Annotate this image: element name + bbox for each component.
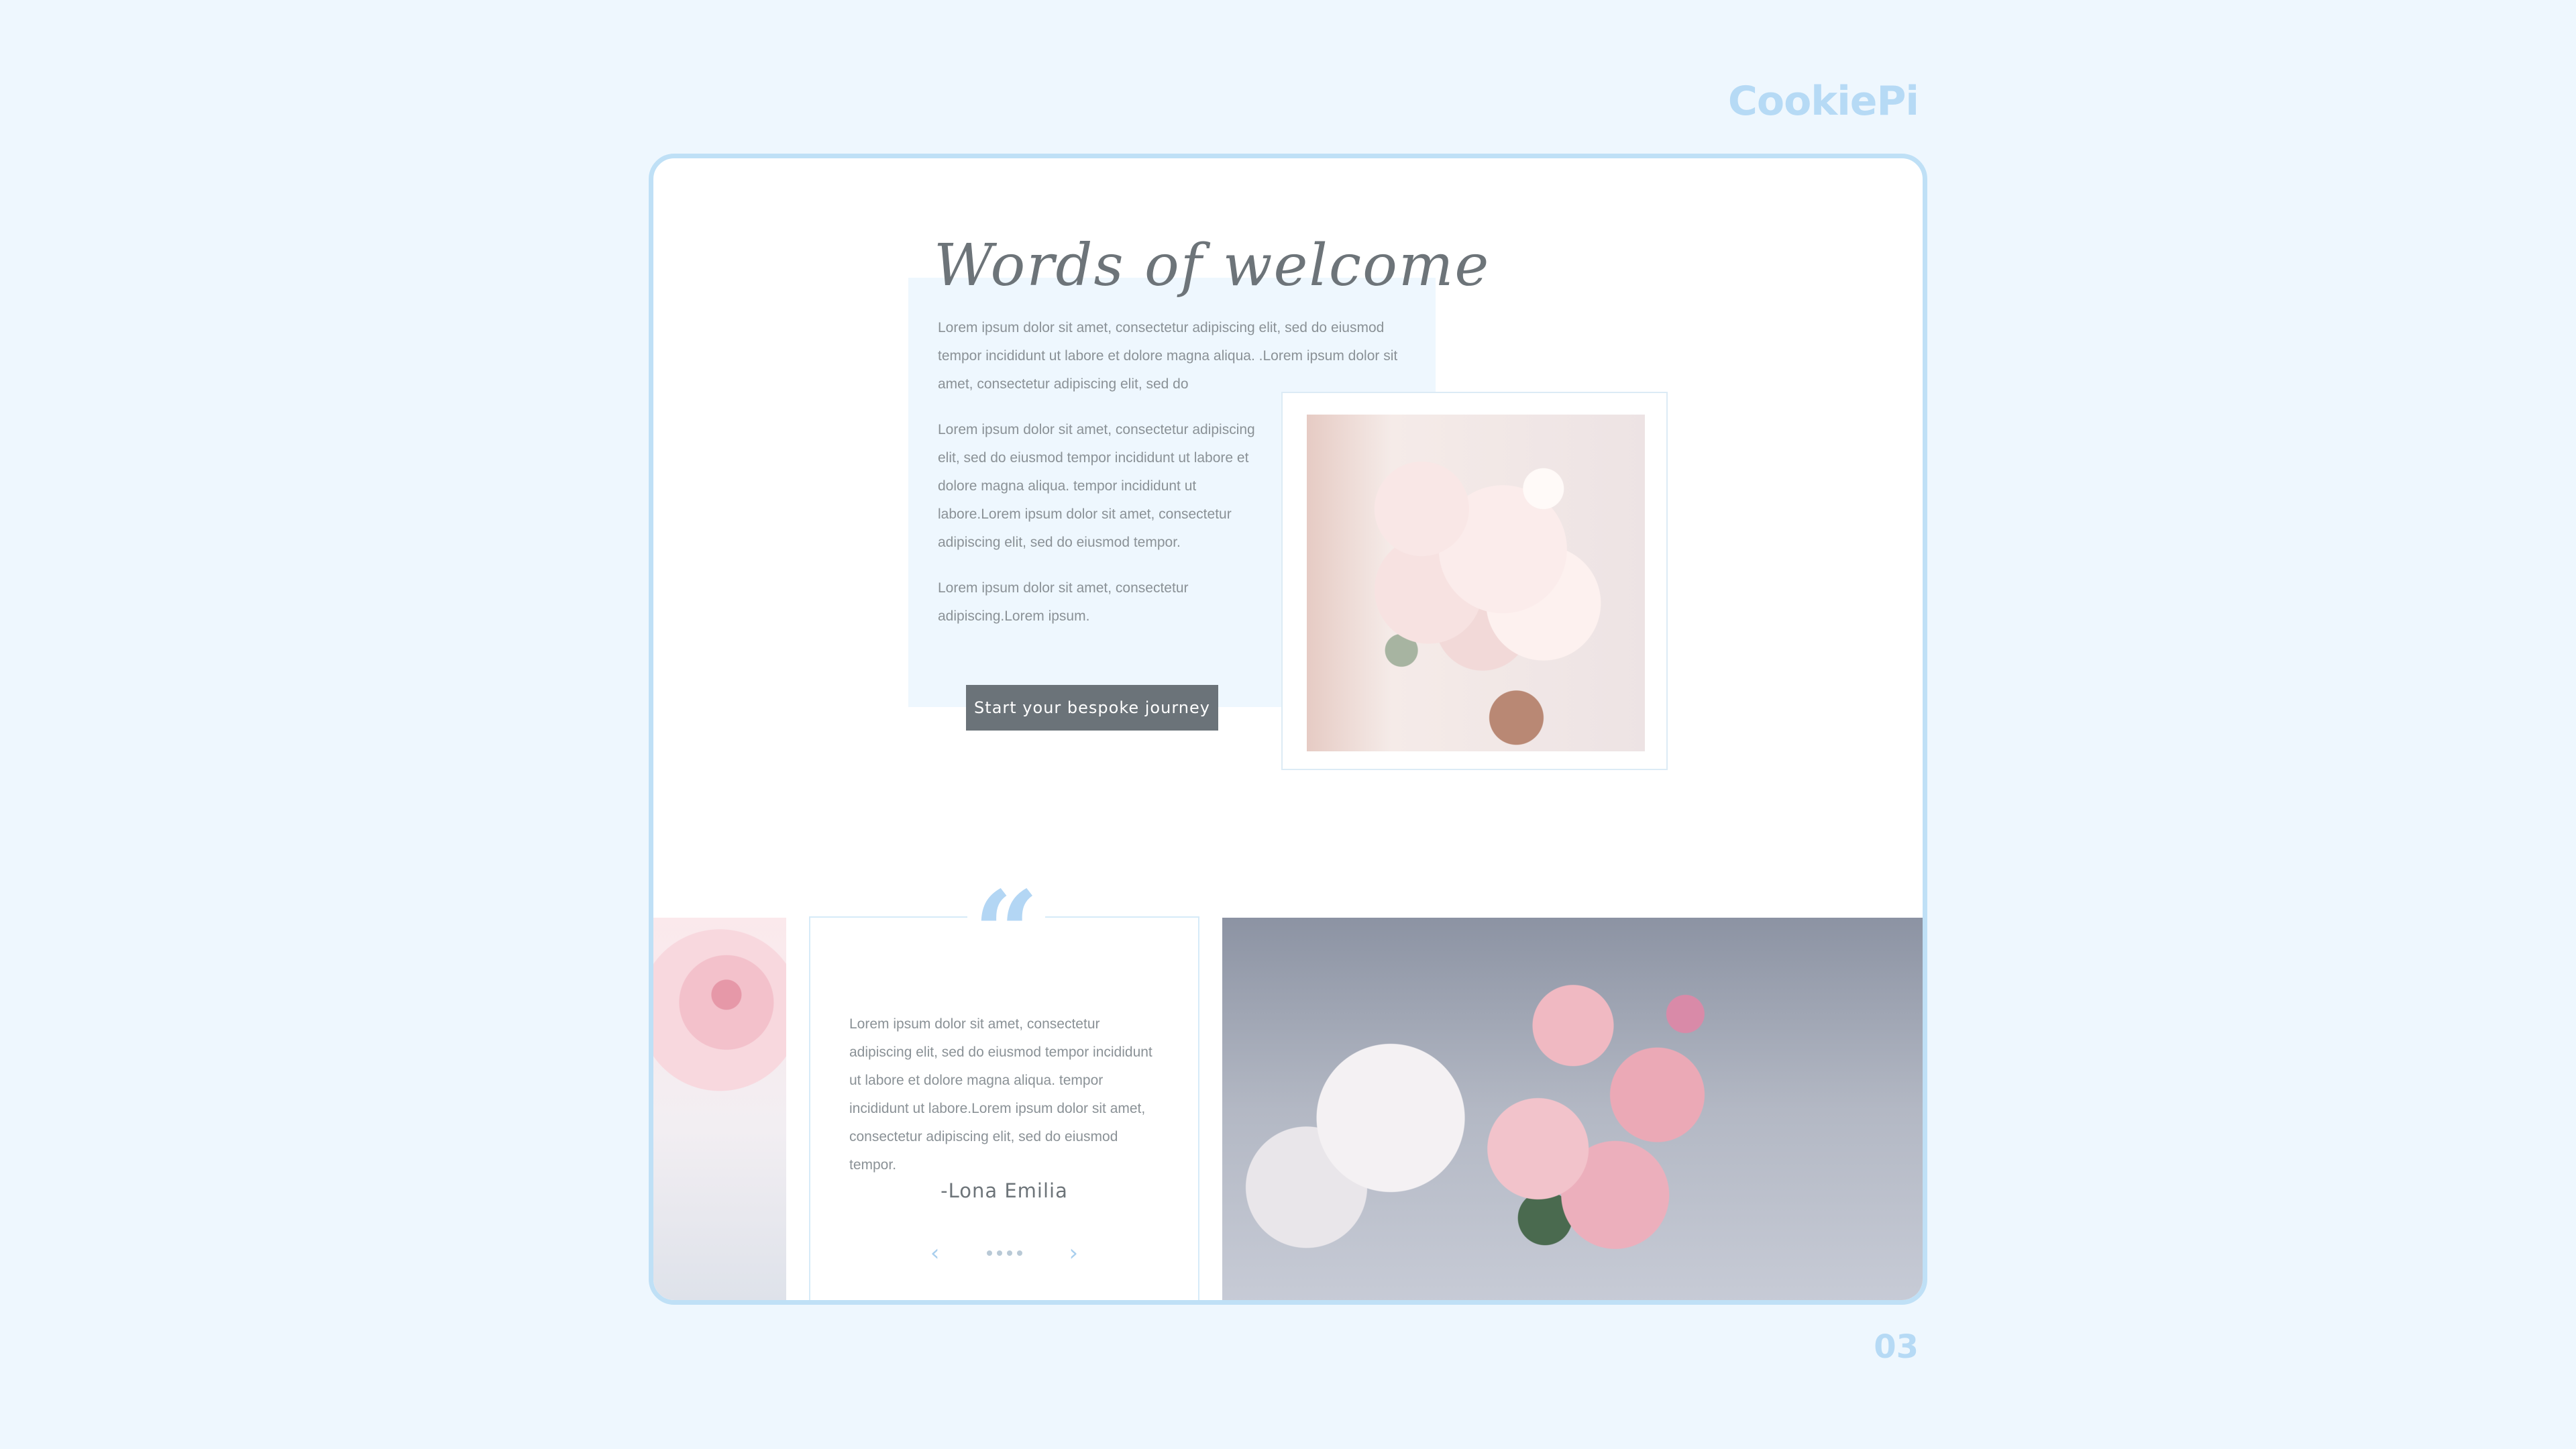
testimonial-text: Lorem ipsum dolor sit amet, consectetur … <box>849 1016 1152 1173</box>
chevron-right-icon[interactable]: › <box>1069 1240 1079 1267</box>
testimonial-pager: ‹ › <box>810 1240 1198 1267</box>
welcome-paragraph-1: Lorem ipsum dolor sit amet, consectetur … <box>938 320 1398 392</box>
start-journey-button[interactable]: Start your bespoke journey <box>966 685 1218 731</box>
pager-dot[interactable] <box>1006 1250 1012 1256</box>
bouquet-photo-frame <box>1281 392 1668 770</box>
brand-logo: CookiePi <box>1727 78 1919 125</box>
pager-dot[interactable] <box>986 1250 992 1256</box>
pager-dot[interactable] <box>1016 1250 1022 1256</box>
welcome-title: Words of welcome <box>934 232 1491 299</box>
slide-frame: Words of welcome Lorem ipsum dolor sit a… <box>649 154 1927 1305</box>
rose-photo <box>653 918 786 1300</box>
pager-dot[interactable] <box>996 1250 1002 1256</box>
testimonial-card: “ Lorem ipsum dolor sit amet, consectetu… <box>809 876 1199 1300</box>
testimonial-author: -Lona Emilia <box>941 1179 1068 1202</box>
welcome-paragraph-2: Lorem ipsum dolor sit amet, consectetur … <box>938 422 1255 550</box>
page-number: 03 <box>1874 1328 1919 1366</box>
chevron-left-icon[interactable]: ‹ <box>930 1240 940 1267</box>
rose-bouquet-photo <box>1222 918 1923 1300</box>
bouquet-photo <box>1307 415 1645 751</box>
welcome-paragraph-3: Lorem ipsum dolor sit amet, consectetur … <box>938 580 1189 624</box>
quote-icon: “ <box>967 876 1045 990</box>
pager-dots <box>986 1250 1022 1256</box>
